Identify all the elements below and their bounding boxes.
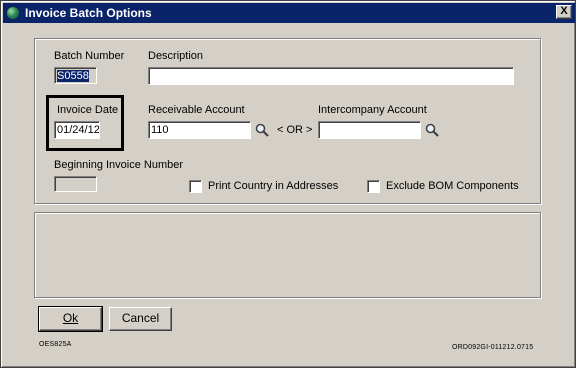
close-icon: X <box>560 5 568 17</box>
app-globe-icon <box>6 6 20 20</box>
form-code-left: OES825A <box>39 341 72 348</box>
batch-number-value: S0558 <box>57 70 89 82</box>
magnifier-icon[interactable] <box>254 122 270 138</box>
intercompany-account-label: Intercompany Account <box>318 104 427 116</box>
description-field[interactable] <box>148 67 514 85</box>
intercompany-account-field[interactable] <box>318 121 421 139</box>
title-bar[interactable]: Invoice Batch Options X <box>3 3 575 23</box>
receivable-account-field[interactable]: 110 <box>148 121 251 139</box>
invoice-date-label: Invoice Date <box>57 104 119 116</box>
window-title: Invoice Batch Options <box>25 6 152 20</box>
close-button[interactable]: X <box>556 5 572 19</box>
beginning-invoice-number-label: Beginning Invoice Number <box>54 159 184 171</box>
magnifier-icon[interactable] <box>424 122 440 138</box>
invoice-date-field[interactable]: 01/24/12 <box>54 121 100 139</box>
batch-number-label: Batch Number <box>54 50 125 62</box>
print-country-checkbox[interactable] <box>189 180 202 193</box>
form-code-right: ORD092GI-011212.0715 <box>452 344 534 351</box>
exclude-bom-checkbox[interactable] <box>367 180 380 193</box>
batch-number-field[interactable]: S0558 <box>54 67 97 84</box>
ok-button-label: Ok <box>62 311 79 325</box>
or-separator: < OR > <box>277 124 313 136</box>
receivable-account-label: Receivable Account <box>148 104 245 116</box>
invoice-date-value: 01/24/12 <box>57 124 100 136</box>
ok-button[interactable]: Ok <box>38 306 103 332</box>
print-country-label: Print Country in Addresses <box>208 180 339 192</box>
exclude-bom-label: Exclude BOM Components <box>386 180 519 192</box>
cancel-button[interactable]: Cancel <box>109 307 172 331</box>
beginning-invoice-number-field[interactable] <box>54 176 97 192</box>
cancel-button-label: Cancel <box>121 311 160 325</box>
receivable-account-value: 110 <box>151 124 169 136</box>
invoice-batch-options-window: Invoice Batch Options X Batch Number S05… <box>0 0 576 368</box>
message-area <box>34 212 541 298</box>
description-label: Description <box>148 50 204 62</box>
